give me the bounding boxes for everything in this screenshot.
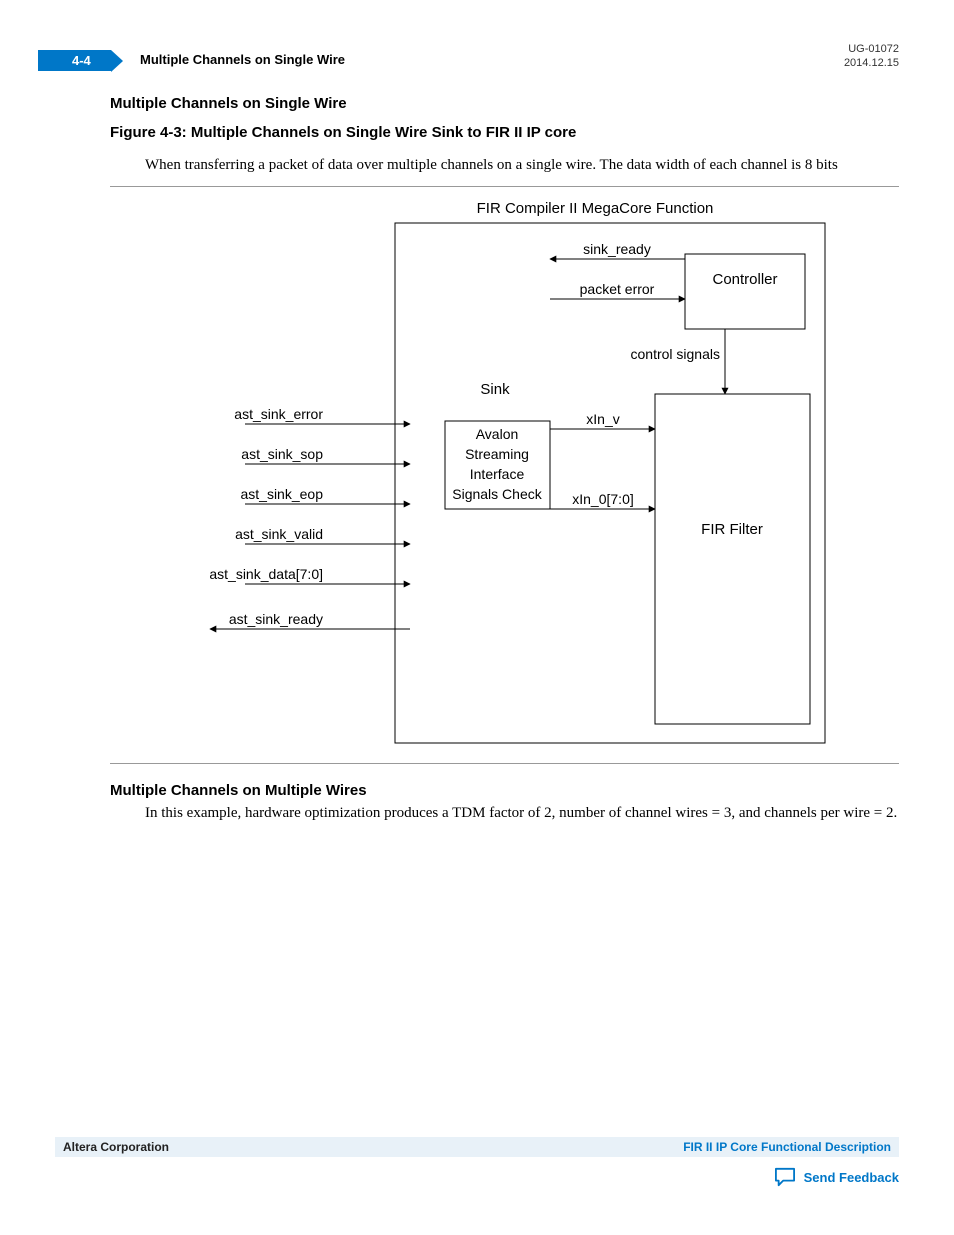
ext-ast-sink-valid: ast_sink_valid	[235, 526, 323, 542]
controller-block	[685, 254, 805, 329]
footer-right-link[interactable]: FIR II IP Core Functional Description	[683, 1140, 891, 1154]
doc-date: 2014.12.15	[844, 57, 899, 69]
ext-ast-sink-data: ast_sink_data[7:0]	[209, 566, 323, 582]
avalon-l3: Interface	[469, 466, 524, 482]
footer-left: Altera Corporation	[63, 1140, 169, 1154]
diagram-svg: FIR Compiler II MegaCore Function Sink A…	[165, 199, 845, 749]
avalon-l1: Avalon	[475, 426, 518, 442]
fir-filter-label: FIR Filter	[701, 521, 763, 538]
figure-4-3-description: When transferring a packet of data over …	[145, 155, 899, 176]
avalon-l4: Signals Check	[452, 486, 542, 502]
sig-xin-0: xIn_0[7:0]	[572, 491, 634, 507]
sink-label: Sink	[480, 381, 510, 398]
avalon-l2: Streaming	[465, 446, 529, 462]
controller-label: Controller	[712, 271, 777, 288]
footer-bar: Altera Corporation FIR II IP Core Functi…	[55, 1137, 899, 1157]
ext-ast-sink-ready: ast_sink_ready	[228, 611, 322, 627]
send-feedback-link[interactable]: Send Feedback	[774, 1167, 899, 1187]
doc-id: UG-01072	[848, 43, 899, 55]
page-footer: Altera Corporation FIR II IP Core Functi…	[0, 1137, 954, 1197]
send-feedback-label: Send Feedback	[804, 1170, 899, 1185]
ext-ast-sink-eop: ast_sink_eop	[240, 486, 323, 502]
figure-4-3: FIR Compiler II MegaCore Function Sink A…	[110, 186, 899, 764]
feedback-icon	[774, 1167, 796, 1187]
fir-filter-block	[655, 394, 810, 724]
sig-packet-error: packet error	[579, 281, 654, 297]
page-header: 4-4 Multiple Channels on Single Wire UG-…	[0, 0, 954, 70]
section-2-title: Multiple Channels on Multiple Wires	[110, 782, 899, 799]
sig-control: control signals	[630, 346, 720, 362]
sig-xin-v: xIn_v	[586, 411, 619, 427]
section-2-body: In this example, hardware optimization p…	[145, 803, 899, 824]
diagram-title: FIR Compiler II MegaCore Function	[476, 200, 713, 217]
section-1-title: Multiple Channels on Single Wire	[110, 95, 899, 112]
sig-sink-ready: sink_ready	[583, 241, 651, 257]
page-number-tab: 4-4	[38, 50, 111, 71]
ext-ast-sink-sop: ast_sink_sop	[241, 446, 323, 462]
ext-ast-sink-error: ast_sink_error	[234, 406, 323, 422]
running-header-title: Multiple Channels on Single Wire	[140, 52, 345, 67]
page-content: Multiple Channels on Single Wire Figure …	[0, 95, 954, 824]
figure-4-3-caption: Figure 4-3: Multiple Channels on Single …	[110, 124, 899, 141]
